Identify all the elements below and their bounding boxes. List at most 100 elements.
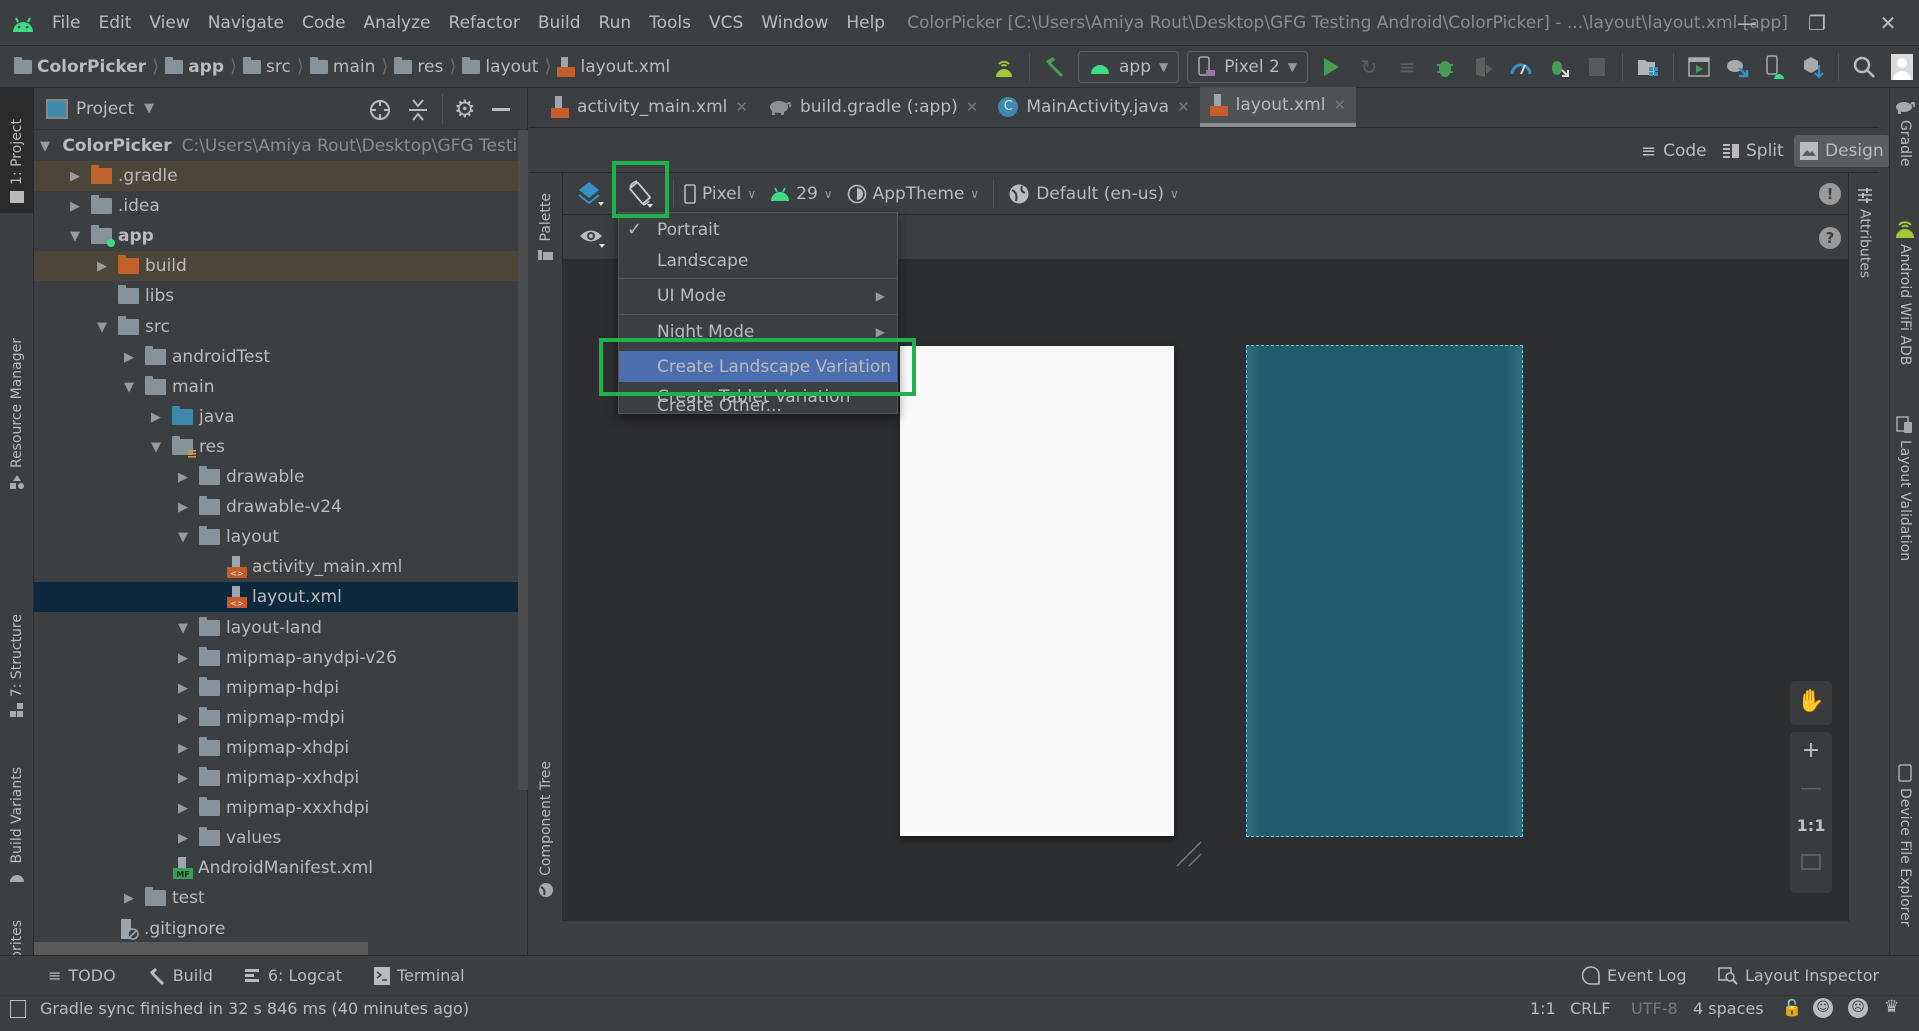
menu-file[interactable]: File — [52, 13, 80, 33]
zoom-to-fit-button[interactable] — [1790, 850, 1832, 870]
menu-item-ui-mode[interactable]: UI Mode ▶ — [619, 280, 897, 311]
attributes-tab[interactable]: Attributes — [1849, 187, 1880, 278]
expand-toggle-closed-icon[interactable]: ▶ — [175, 800, 191, 816]
breadcrumb-res[interactable]: res — [417, 57, 443, 77]
device-selector[interactable]: Pixel ∨ — [684, 184, 756, 204]
tree-item[interactable]: ▶drawable — [34, 462, 528, 492]
collapse-all-button[interactable] — [407, 98, 431, 122]
tree-item[interactable]: .gitignore — [34, 914, 528, 944]
line-separator[interactable]: CRLF — [1570, 999, 1610, 1018]
expand-toggle-closed-icon[interactable]: ▶ — [175, 469, 191, 485]
device-select[interactable]: Pixel 2 ▼ — [1187, 51, 1308, 83]
api-level-selector[interactable]: 29 ∨ — [770, 184, 832, 204]
hide-panel-button[interactable] — [492, 108, 510, 111]
menu-build[interactable]: Build — [538, 13, 581, 33]
file-encoding[interactable]: UTF-8 — [1631, 999, 1678, 1018]
indent-settings[interactable]: 4 spaces — [1693, 999, 1764, 1018]
search-everywhere-button[interactable] — [1849, 52, 1879, 82]
project-tree-scrollbar[interactable] — [518, 130, 528, 790]
tree-item[interactable]: ▶build — [34, 251, 528, 281]
minimize-button[interactable]: — — [1727, 8, 1767, 38]
tree-item[interactable]: ▶.gradle — [34, 161, 528, 191]
build-tab[interactable]: Build — [148, 966, 213, 985]
layout-inspector-tab[interactable]: Layout Inspector — [1718, 966, 1879, 985]
project-view-selector[interactable]: Project — [76, 99, 134, 119]
design-view-button[interactable]: Design — [1794, 135, 1890, 167]
tree-item[interactable]: ▶values — [34, 823, 528, 853]
pan-button[interactable]: ✋ — [1790, 681, 1832, 725]
menu-window[interactable]: Window — [761, 13, 828, 33]
tab-activity-main-xml[interactable]: activity_main.xml ✕ — [541, 87, 758, 127]
zoom-out-button[interactable]: — — [1790, 776, 1832, 801]
stop-button[interactable] — [1582, 52, 1612, 82]
canvas-resize-handle[interactable] — [1175, 840, 1203, 868]
terminal-tab[interactable]: Terminal — [374, 966, 465, 985]
sdk-manager-button[interactable] — [1760, 52, 1790, 82]
design-surface-button[interactable] — [577, 180, 605, 208]
sync-gradle-button[interactable] — [1722, 52, 1752, 82]
close-tab-icon[interactable]: ✕ — [1177, 98, 1190, 116]
run-config-select[interactable]: app ▼ — [1078, 51, 1179, 83]
breadcrumb-colorpicker[interactable]: ColorPicker — [37, 57, 146, 77]
project-tool-tab[interactable]: 1: Project — [0, 88, 34, 213]
menu-run[interactable]: Run — [599, 13, 632, 33]
menu-code[interactable]: Code — [302, 13, 346, 33]
happy-feedback-icon[interactable]: ☺ — [1813, 998, 1833, 1018]
unlock-icon[interactable]: 🔓 — [1782, 998, 1802, 1017]
close-tab-icon[interactable]: ✕ — [966, 98, 979, 116]
component-tree-tab[interactable]: Component Tree — [529, 748, 563, 898]
code-view-button[interactable]: ≡ Code — [1635, 135, 1713, 167]
tree-root-colorpicker[interactable]: ▼ ColorPicker C:\Users\Amiya Rout\Deskto… — [34, 131, 528, 161]
tree-item[interactable]: ▶mipmap-anydpi-v26 — [34, 643, 528, 673]
profile-button[interactable] — [1506, 52, 1536, 82]
close-tab-icon[interactable]: ✕ — [735, 98, 748, 116]
menu-navigate[interactable]: Navigate — [208, 13, 284, 33]
menu-refactor[interactable]: Refactor — [449, 13, 520, 33]
expand-toggle-closed-icon[interactable]: ▶ — [94, 258, 110, 274]
design-preview-screen[interactable] — [900, 346, 1174, 836]
theme-selector[interactable]: AppTheme ∨ — [847, 184, 980, 204]
breadcrumb-main[interactable]: main — [333, 57, 375, 77]
help-icon[interactable]: ? — [1819, 227, 1841, 249]
tree-item[interactable]: ▼app — [34, 221, 528, 251]
account-button[interactable] — [1887, 52, 1917, 82]
expand-toggle-open-icon[interactable]: ▼ — [40, 138, 50, 154]
breadcrumb-layout[interactable]: layout — [485, 57, 538, 77]
expand-toggle-closed-icon[interactable]: ▶ — [67, 168, 83, 184]
expand-toggle-open-icon[interactable]: ▼ — [148, 439, 164, 455]
breadcrumb-app[interactable]: app — [188, 57, 224, 77]
run-with-coverage-button[interactable] — [1468, 52, 1498, 82]
restore-button[interactable]: ❐ — [1797, 8, 1837, 38]
hector-inspector-icon[interactable]: ♛ — [1884, 997, 1899, 1017]
caret-position[interactable]: 1:1 — [1530, 999, 1556, 1018]
chevron-down-icon[interactable]: ▼ — [144, 101, 154, 116]
project-tree-horizontal-scrollbar[interactable] — [34, 942, 368, 955]
tree-item[interactable]: ▶java — [34, 402, 528, 432]
expand-toggle-closed-icon[interactable]: ▶ — [121, 349, 137, 365]
expand-toggle-closed-icon[interactable]: ▶ — [175, 740, 191, 756]
expand-toggle-open-icon[interactable]: ▼ — [121, 379, 137, 395]
menu-vcs[interactable]: VCS — [709, 13, 743, 33]
apply-code-changes-button[interactable]: ≡ — [1392, 52, 1422, 82]
menu-view[interactable]: View — [149, 13, 189, 33]
tab-layout-xml[interactable]: layout.xml ✕ — [1200, 87, 1356, 127]
tree-item[interactable]: ▶mipmap-mdpi — [34, 703, 528, 733]
tree-item[interactable]: libs — [34, 281, 528, 311]
tree-item[interactable]: <>activity_main.xml — [34, 552, 528, 582]
zoom-in-button[interactable]: + — [1790, 738, 1832, 763]
run-button[interactable] — [1316, 52, 1346, 82]
expand-toggle-closed-icon[interactable]: ▶ — [175, 650, 191, 666]
sad-feedback-icon[interactable]: ☹ — [1848, 998, 1868, 1018]
tree-item[interactable]: <>layout.xml — [34, 582, 528, 612]
layout-validation-tab[interactable]: Layout Validation — [1890, 416, 1919, 561]
locate-file-button[interactable] — [368, 98, 392, 122]
wifi-adb-button[interactable] — [989, 52, 1019, 82]
tree-item[interactable]: ▼src — [34, 312, 528, 342]
project-structure-button[interactable] — [1633, 52, 1663, 82]
close-window-button[interactable]: ✕ — [1868, 8, 1908, 38]
menu-help[interactable]: Help — [846, 13, 885, 33]
expand-toggle-closed-icon[interactable]: ▶ — [175, 499, 191, 515]
breadcrumb-src[interactable]: src — [266, 57, 291, 77]
settings-gear-icon[interactable]: ⚙ — [454, 96, 478, 122]
menu-analyze[interactable]: Analyze — [364, 13, 431, 33]
